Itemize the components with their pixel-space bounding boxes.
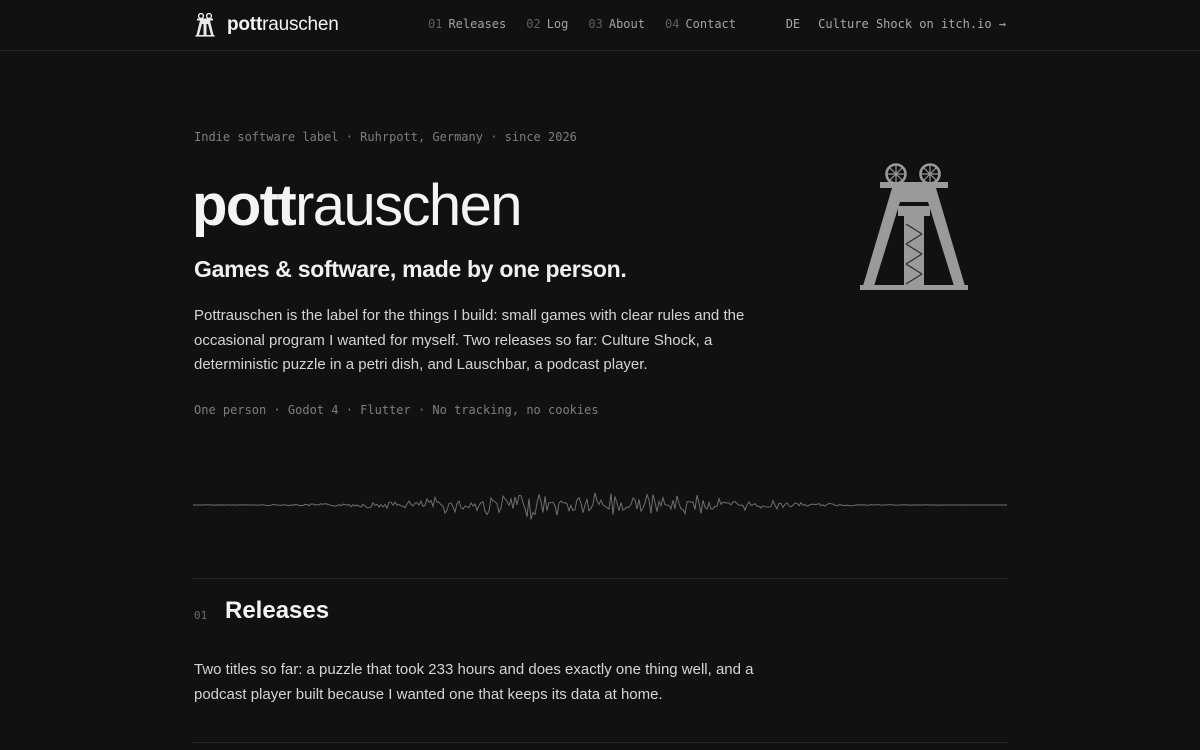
section-number: 01 xyxy=(194,609,208,622)
nav-log[interactable]: 02 Log xyxy=(526,17,568,31)
top-navigation: pottrauschen 01 Releases 02 Log 03 About 04… xyxy=(0,0,1200,51)
mine-headframe-icon xyxy=(195,13,215,37)
waveform-line xyxy=(193,492,1007,520)
section-divider xyxy=(193,578,1007,579)
hero-tagline: Games & software, made by one person. xyxy=(194,256,627,282)
audio-waveform-divider xyxy=(193,492,1007,520)
releases-intro: Two titles so far: a puzzle that took 23… xyxy=(194,661,754,703)
mine-headframe-illustration xyxy=(860,163,968,290)
main-nav: 01 Releases 02 Log 03 About 04 Contact xyxy=(428,17,736,31)
tech-stack-line: One person · Godot 4 · Flutter · No trac… xyxy=(194,403,599,417)
hero-meta: Indie software label · Ruhrpott, Germany… xyxy=(194,130,577,144)
nav-contact[interactable]: 04 Contact xyxy=(665,17,736,31)
itch-io-link[interactable]: Culture Shock on itch.io → xyxy=(818,17,1006,31)
section-divider xyxy=(193,742,1007,743)
brand-name: pottrauschen xyxy=(227,14,339,35)
language-switch-de[interactable]: DE xyxy=(786,17,800,31)
nav-releases[interactable]: 01 Releases xyxy=(428,17,506,31)
releases-heading: Releases xyxy=(225,597,330,624)
hero-intro: Pottrauschen is the label for the things… xyxy=(194,307,745,373)
nav-about[interactable]: 03 About xyxy=(588,17,645,31)
hero-title: pottrauschen xyxy=(192,173,523,238)
brand-logo-link[interactable]: pottrauschen xyxy=(195,12,339,38)
header-actions: DE Culture Shock on itch.io → xyxy=(786,17,1006,31)
